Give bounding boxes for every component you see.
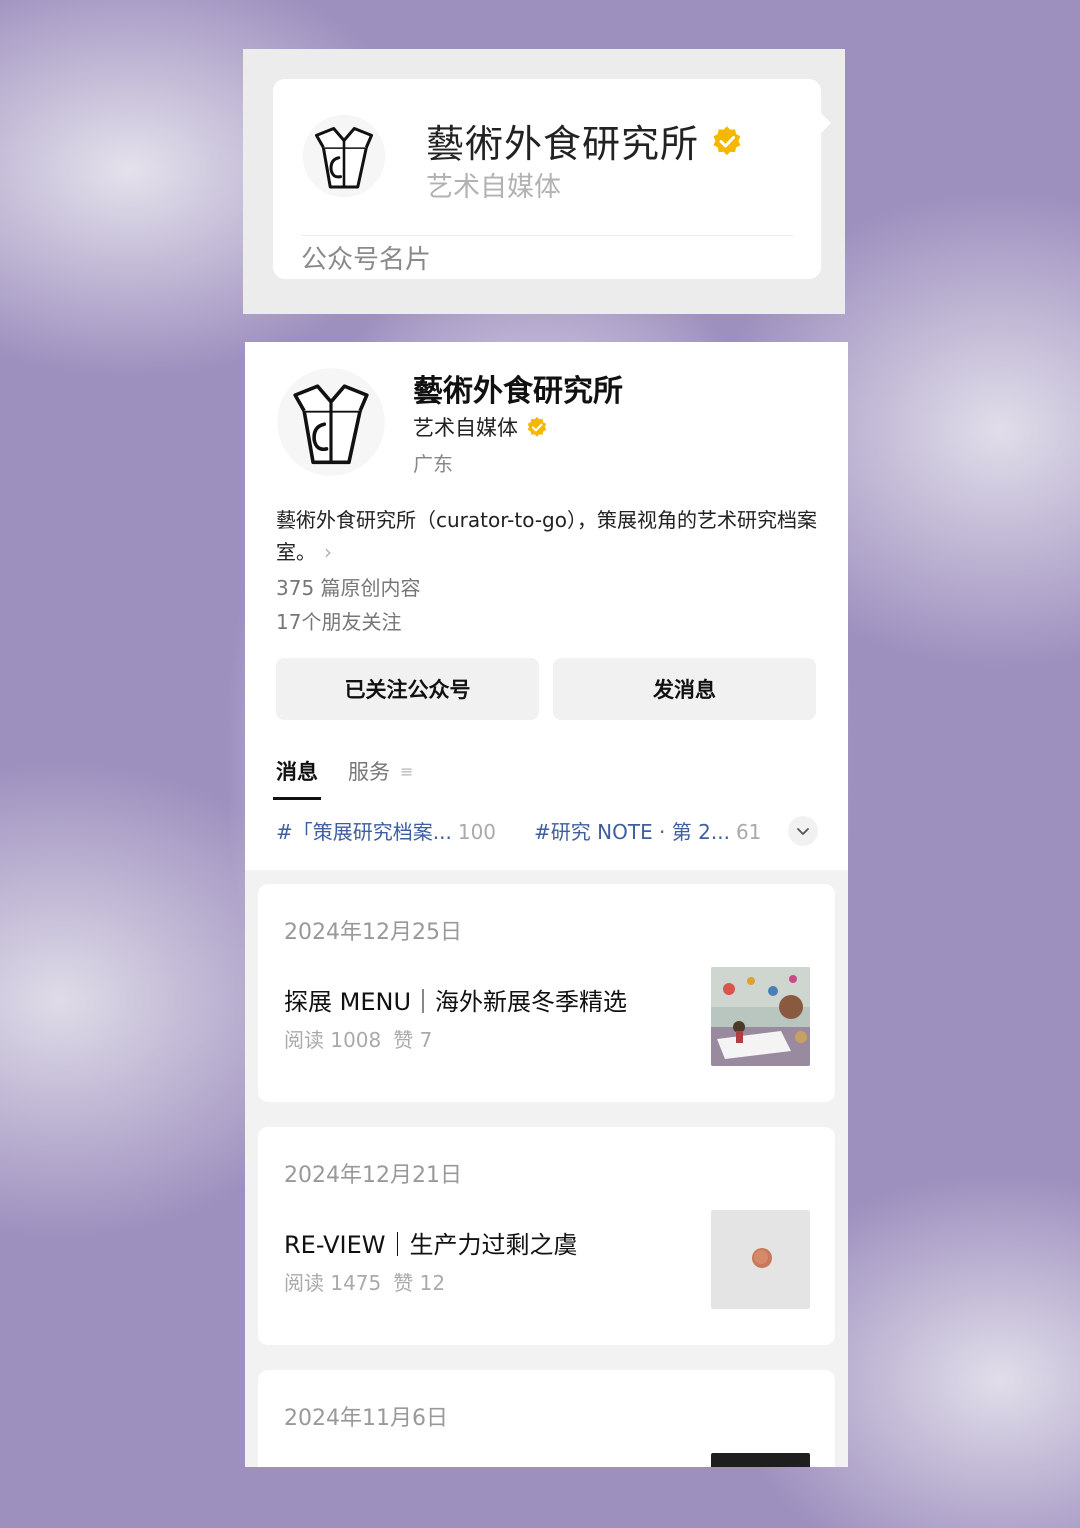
profile-card-preview: 藝術外食研究所 艺术自媒体 公众号名片 — [243, 49, 845, 314]
tab-services[interactable]: 服务 ≡ — [348, 756, 413, 786]
article-date: 2024年12月21日 — [284, 1163, 462, 1188]
account-region: 广东 — [413, 452, 453, 476]
account-description[interactable]: 藝術外食研究所（curator-to-go），策展视角的艺术研究档案室。 › — [276, 504, 821, 568]
article-stats: 阅读 1008 赞 7 — [284, 1028, 433, 1052]
chevron-right-icon: › — [324, 540, 332, 564]
article-card[interactable]: 2024年12月21日 RE-VIEW｜生产力过剩之虞 阅读 1475 赞 12 — [258, 1127, 835, 1345]
profile-card-bubble[interactable]: 藝術外食研究所 艺术自媒体 公众号名片 — [273, 79, 831, 279]
menu-icon: ≡ — [400, 761, 414, 781]
card-type-label: 公众号名片 — [301, 245, 432, 275]
verified-badge-icon — [713, 125, 741, 155]
tab-messages[interactable]: 消息 — [273, 756, 321, 800]
account-title: 藝術外食研究所 — [413, 374, 623, 409]
article-stats: 阅读 1475 赞 12 — [284, 1271, 446, 1295]
followed-button[interactable]: 已关注公众号 — [276, 658, 539, 720]
tag-item[interactable]: #「策展研究档案... 100 — [276, 816, 496, 845]
article-title[interactable]: 探展 MENU｜海外新展冬季精选 — [284, 982, 627, 1017]
chevron-down-icon — [797, 828, 809, 835]
article-date: 2024年11月6日 — [284, 1406, 448, 1431]
article-thumbnail-image[interactable] — [711, 967, 810, 1066]
tab-bar: 消息 服务 ≡ — [273, 756, 413, 800]
article-thumbnail-image[interactable] — [711, 1210, 810, 1309]
original-content-count[interactable]: 375 篇原创内容 — [276, 572, 421, 601]
article-thumbnail-image[interactable] — [711, 1453, 810, 1467]
article-feed: 2024年12月25日 探展 MENU｜海外新展冬季精选 阅读 1008赞 7 — [245, 870, 848, 1467]
verified-badge-icon — [527, 416, 547, 437]
article-card[interactable]: 2024年11月6日 — [258, 1370, 835, 1467]
account-profile-page: 藝術外食研究所 艺术自媒体 广东 藝術外食研究所（curator-to-go），… — [245, 342, 848, 1467]
article-title[interactable]: RE-VIEW｜生产力过剩之虞 — [284, 1225, 577, 1260]
account-category: 艺术自媒体 — [426, 172, 561, 203]
takeout-box-logo-icon — [302, 114, 386, 198]
send-message-button[interactable]: 发消息 — [553, 658, 816, 720]
takeout-box-avatar-icon[interactable] — [275, 366, 387, 478]
divider — [301, 235, 793, 236]
account-type: 艺术自媒体 — [413, 412, 548, 442]
article-date: 2024年12月25日 — [284, 920, 462, 945]
expand-tags-button[interactable] — [788, 816, 818, 846]
tag-item[interactable]: #研究 NOTE · 第 2... 61 — [534, 816, 761, 845]
friends-following[interactable]: 17个朋友关注 — [276, 606, 401, 635]
account-name: 藝術外食研究所 — [426, 113, 743, 168]
topic-tags: #「策展研究档案... 100 #研究 NOTE · 第 2... 61 — [276, 816, 818, 846]
article-card[interactable]: 2024年12月25日 探展 MENU｜海外新展冬季精选 阅读 1008 赞 7 — [258, 884, 835, 1102]
